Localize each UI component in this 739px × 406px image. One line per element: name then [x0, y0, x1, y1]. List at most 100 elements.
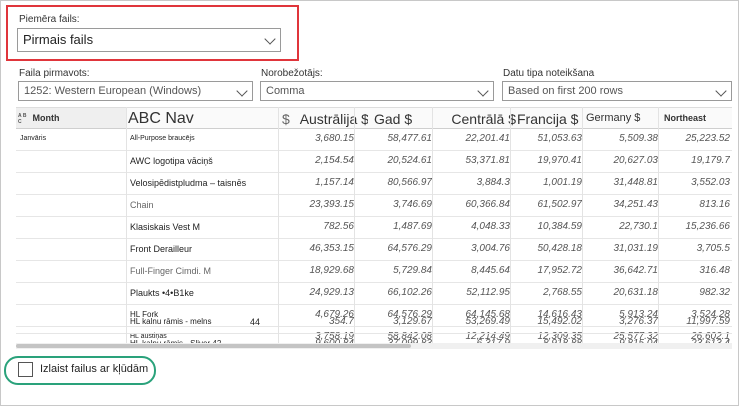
- column-header-month[interactable]: A B C Month: [18, 108, 124, 128]
- cell-month: [20, 260, 120, 282]
- cell-value: 20,627.03: [613, 155, 659, 166]
- column-header-label: Germany $: [586, 112, 641, 124]
- cell-name: Chain: [130, 200, 154, 210]
- cell-value: 8,918.88: [512, 333, 582, 343]
- skip-errors-label: Izlaist failus ar kļūdām: [40, 363, 149, 375]
- column-header-australia[interactable]: $ Austrālija $: [282, 108, 368, 128]
- cell-value: 8,445.64: [471, 265, 510, 276]
- cell-month: [20, 238, 120, 260]
- cell-month: [20, 172, 120, 194]
- cell-value: 24,929.13: [309, 287, 355, 298]
- column-header-label: Month: [32, 113, 60, 123]
- table-row: HL kalnu rāmis - Sliver 42 9,600.84 37,0…: [16, 333, 732, 343]
- cell-value: 66,102.26: [387, 287, 433, 298]
- cell-name: Klasiskais Vest M: [130, 222, 201, 232]
- sample-file-dropdown[interactable]: Pirmais fails: [17, 28, 281, 52]
- cell-value: 3,746.69: [393, 199, 432, 210]
- cell-value: 813.16: [699, 199, 730, 210]
- cell-value: 9,815.04: [584, 333, 658, 343]
- preview-table: A B C Month ABC Nav $ Austrālija $ Gad $…: [16, 107, 732, 344]
- scrollbar-thumb[interactable]: [16, 344, 411, 348]
- data-type-detection-value: Based on first 200 rows: [508, 85, 623, 97]
- cell-name: AWC logotipa vāciņš: [130, 156, 213, 166]
- cell-name: Full-Finger Cimdi. M: [130, 266, 212, 276]
- sample-file-value: Pirmais fails: [23, 32, 94, 47]
- cell-value: 5,509.38: [619, 133, 658, 144]
- data-type-detection-label: Datu tipa noteikšana: [503, 68, 595, 79]
- column-header-label: ABC Nav: [128, 110, 194, 127]
- cell-value: 52,112.95: [466, 287, 510, 298]
- cell-value: 25,223.52: [685, 133, 731, 144]
- cell-value: 10,384.59: [537, 221, 583, 232]
- cell-extra: 44: [250, 317, 261, 327]
- cell-value: 20,524.61: [387, 155, 433, 166]
- cell-value: 782.56: [323, 221, 354, 232]
- chevron-down-icon: [264, 33, 276, 45]
- table-row: Janvāris All-Purpose braucējs 3,680.15 5…: [16, 128, 732, 151]
- cell-name: Velosipēdistpludma – taisnēs: [130, 178, 247, 188]
- column-divider: [126, 107, 127, 343]
- cell-value: 61,502.97: [537, 199, 583, 210]
- column-header-central[interactable]: Centrālā $: [446, 108, 516, 128]
- cell-value: 31,448.81: [613, 177, 659, 188]
- chevron-down-icon: [236, 85, 248, 97]
- table-row: Front Derailleur 46,353.15 64,576.29 3,0…: [16, 238, 732, 261]
- cell-value: 3,680.15: [315, 133, 354, 144]
- cell-month: [20, 194, 120, 216]
- cell-value: 23,393.15: [309, 199, 355, 210]
- cell-value: 51,053.63: [537, 133, 583, 144]
- column-header-label: Gad $: [374, 111, 413, 127]
- column-header-label: Austrālija $: [299, 111, 368, 127]
- currency-icon: $: [282, 111, 290, 127]
- cell-name: Front Derailleur: [130, 244, 193, 254]
- column-header-name[interactable]: ABC Nav: [128, 108, 282, 128]
- cell-value: 2,768.55: [543, 287, 582, 298]
- delimiter-value: Comma: [266, 85, 305, 97]
- cell-month: [20, 150, 120, 172]
- table-row: Chain 23,393.15 3,746.69 60,366.84 61,50…: [16, 194, 732, 217]
- column-header-gad[interactable]: Gad $: [374, 108, 444, 128]
- column-divider: [432, 107, 433, 343]
- cell-name: HL kalnu rāmis - Sliver 42: [130, 333, 282, 343]
- cell-name: Plaukts •4•B1ke: [130, 288, 194, 298]
- file-origin-dropdown[interactable]: 1252: Western European (Windows): [18, 81, 253, 101]
- cell-value: 1,157.14: [315, 177, 354, 188]
- cell-value: 19,970.41: [537, 155, 583, 166]
- cell-value: 4,048.33: [471, 221, 510, 232]
- cell-value: 3,276.37: [619, 316, 658, 327]
- column-divider: [278, 107, 279, 343]
- cell-month: [20, 282, 120, 304]
- delimiter-label: Norobežotājs:: [261, 68, 323, 79]
- cell-value: 19,179.7: [691, 155, 730, 166]
- cell-value: 20,631.18: [613, 287, 659, 298]
- delimiter-dropdown[interactable]: Comma: [260, 81, 494, 101]
- column-divider: [658, 107, 659, 343]
- cell-value: 3,552.03: [691, 177, 730, 188]
- horizontal-scrollbar[interactable]: [16, 343, 732, 349]
- chevron-down-icon: [715, 85, 727, 97]
- chevron-down-icon: [477, 85, 489, 97]
- cell-value: 6,317.9: [434, 333, 510, 343]
- cell-value: 50,428.18: [537, 243, 583, 254]
- cell-value: 3,705.5: [696, 243, 730, 254]
- cell-value: 3,129.67: [393, 316, 432, 327]
- table-row: Plaukts •4•B1ke 24,929.13 66,102.26 52,1…: [16, 282, 732, 305]
- cell-value: 22,730.1: [619, 221, 658, 232]
- cell-value: 9,600.84: [282, 333, 354, 343]
- cell-value: 53,269.49: [465, 316, 511, 327]
- data-type-detection-dropdown[interactable]: Based on first 200 rows: [502, 81, 732, 101]
- column-header-france[interactable]: Francija $: [517, 108, 585, 128]
- skip-errors-checkbox[interactable]: [18, 362, 33, 377]
- cell-value: 15,236.66: [685, 221, 731, 232]
- cell-value: 23,613.4: [660, 333, 730, 343]
- column-divider: [582, 107, 583, 343]
- column-header-label: Northeast: [664, 113, 707, 123]
- column-header-label: Centrālā $: [451, 111, 516, 127]
- cell-value: 1,001.19: [543, 177, 582, 188]
- sample-file-label: Piemēra fails:: [19, 14, 80, 25]
- table-rows-overflow: HL kalnu rāmis - melns 44 354.7 3,129.67…: [16, 311, 732, 343]
- column-header-northeast[interactable]: Northeast: [664, 108, 730, 128]
- cell-value: 11,997.59: [686, 316, 730, 327]
- cell-name: All-Purpose braucējs: [130, 135, 195, 142]
- column-header-germany[interactable]: Germany $: [586, 108, 654, 128]
